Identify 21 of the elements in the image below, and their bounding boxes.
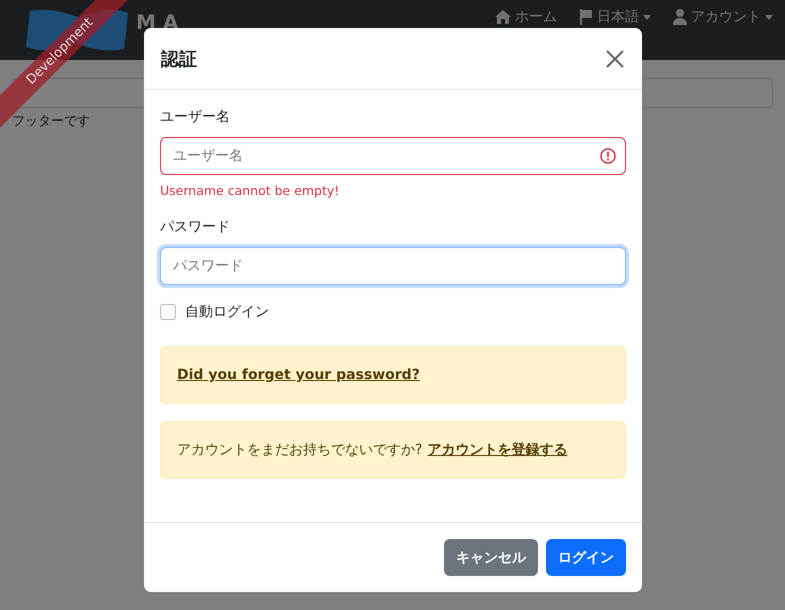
username-field[interactable]: ユーザー名: [160, 137, 626, 175]
checkbox-label: 自動ログイン: [185, 303, 269, 321]
nav-link[interactable]: ホーム: [495, 8, 557, 26]
footer-text: フッターです: [12, 113, 90, 130]
login-button[interactable]: ログイン: [546, 539, 626, 576]
home-icon: [495, 10, 511, 24]
alert-link[interactable]: Did you forget your password?: [177, 367, 420, 383]
flag-icon: [579, 9, 593, 25]
field-label: ユーザー名: [160, 108, 230, 126]
dialog-title: 認証: [161, 48, 197, 70]
error-message: Username cannot be empty!: [160, 183, 340, 198]
warning-icon: [600, 148, 616, 164]
user-icon: [673, 9, 687, 25]
nav-link[interactable]: 日本語: [579, 8, 651, 26]
cancel-button[interactable]: キャンセル: [444, 539, 538, 576]
alert-link[interactable]: アカウントを登録する: [427, 441, 568, 459]
password-field[interactable]: パスワード: [160, 247, 626, 285]
field-label: パスワード: [160, 218, 230, 236]
checkbox[interactable]: [160, 304, 176, 320]
alert-text: アカウントをまだお持ちでないですか?: [177, 441, 422, 459]
nav-link[interactable]: アカウント: [673, 8, 773, 26]
